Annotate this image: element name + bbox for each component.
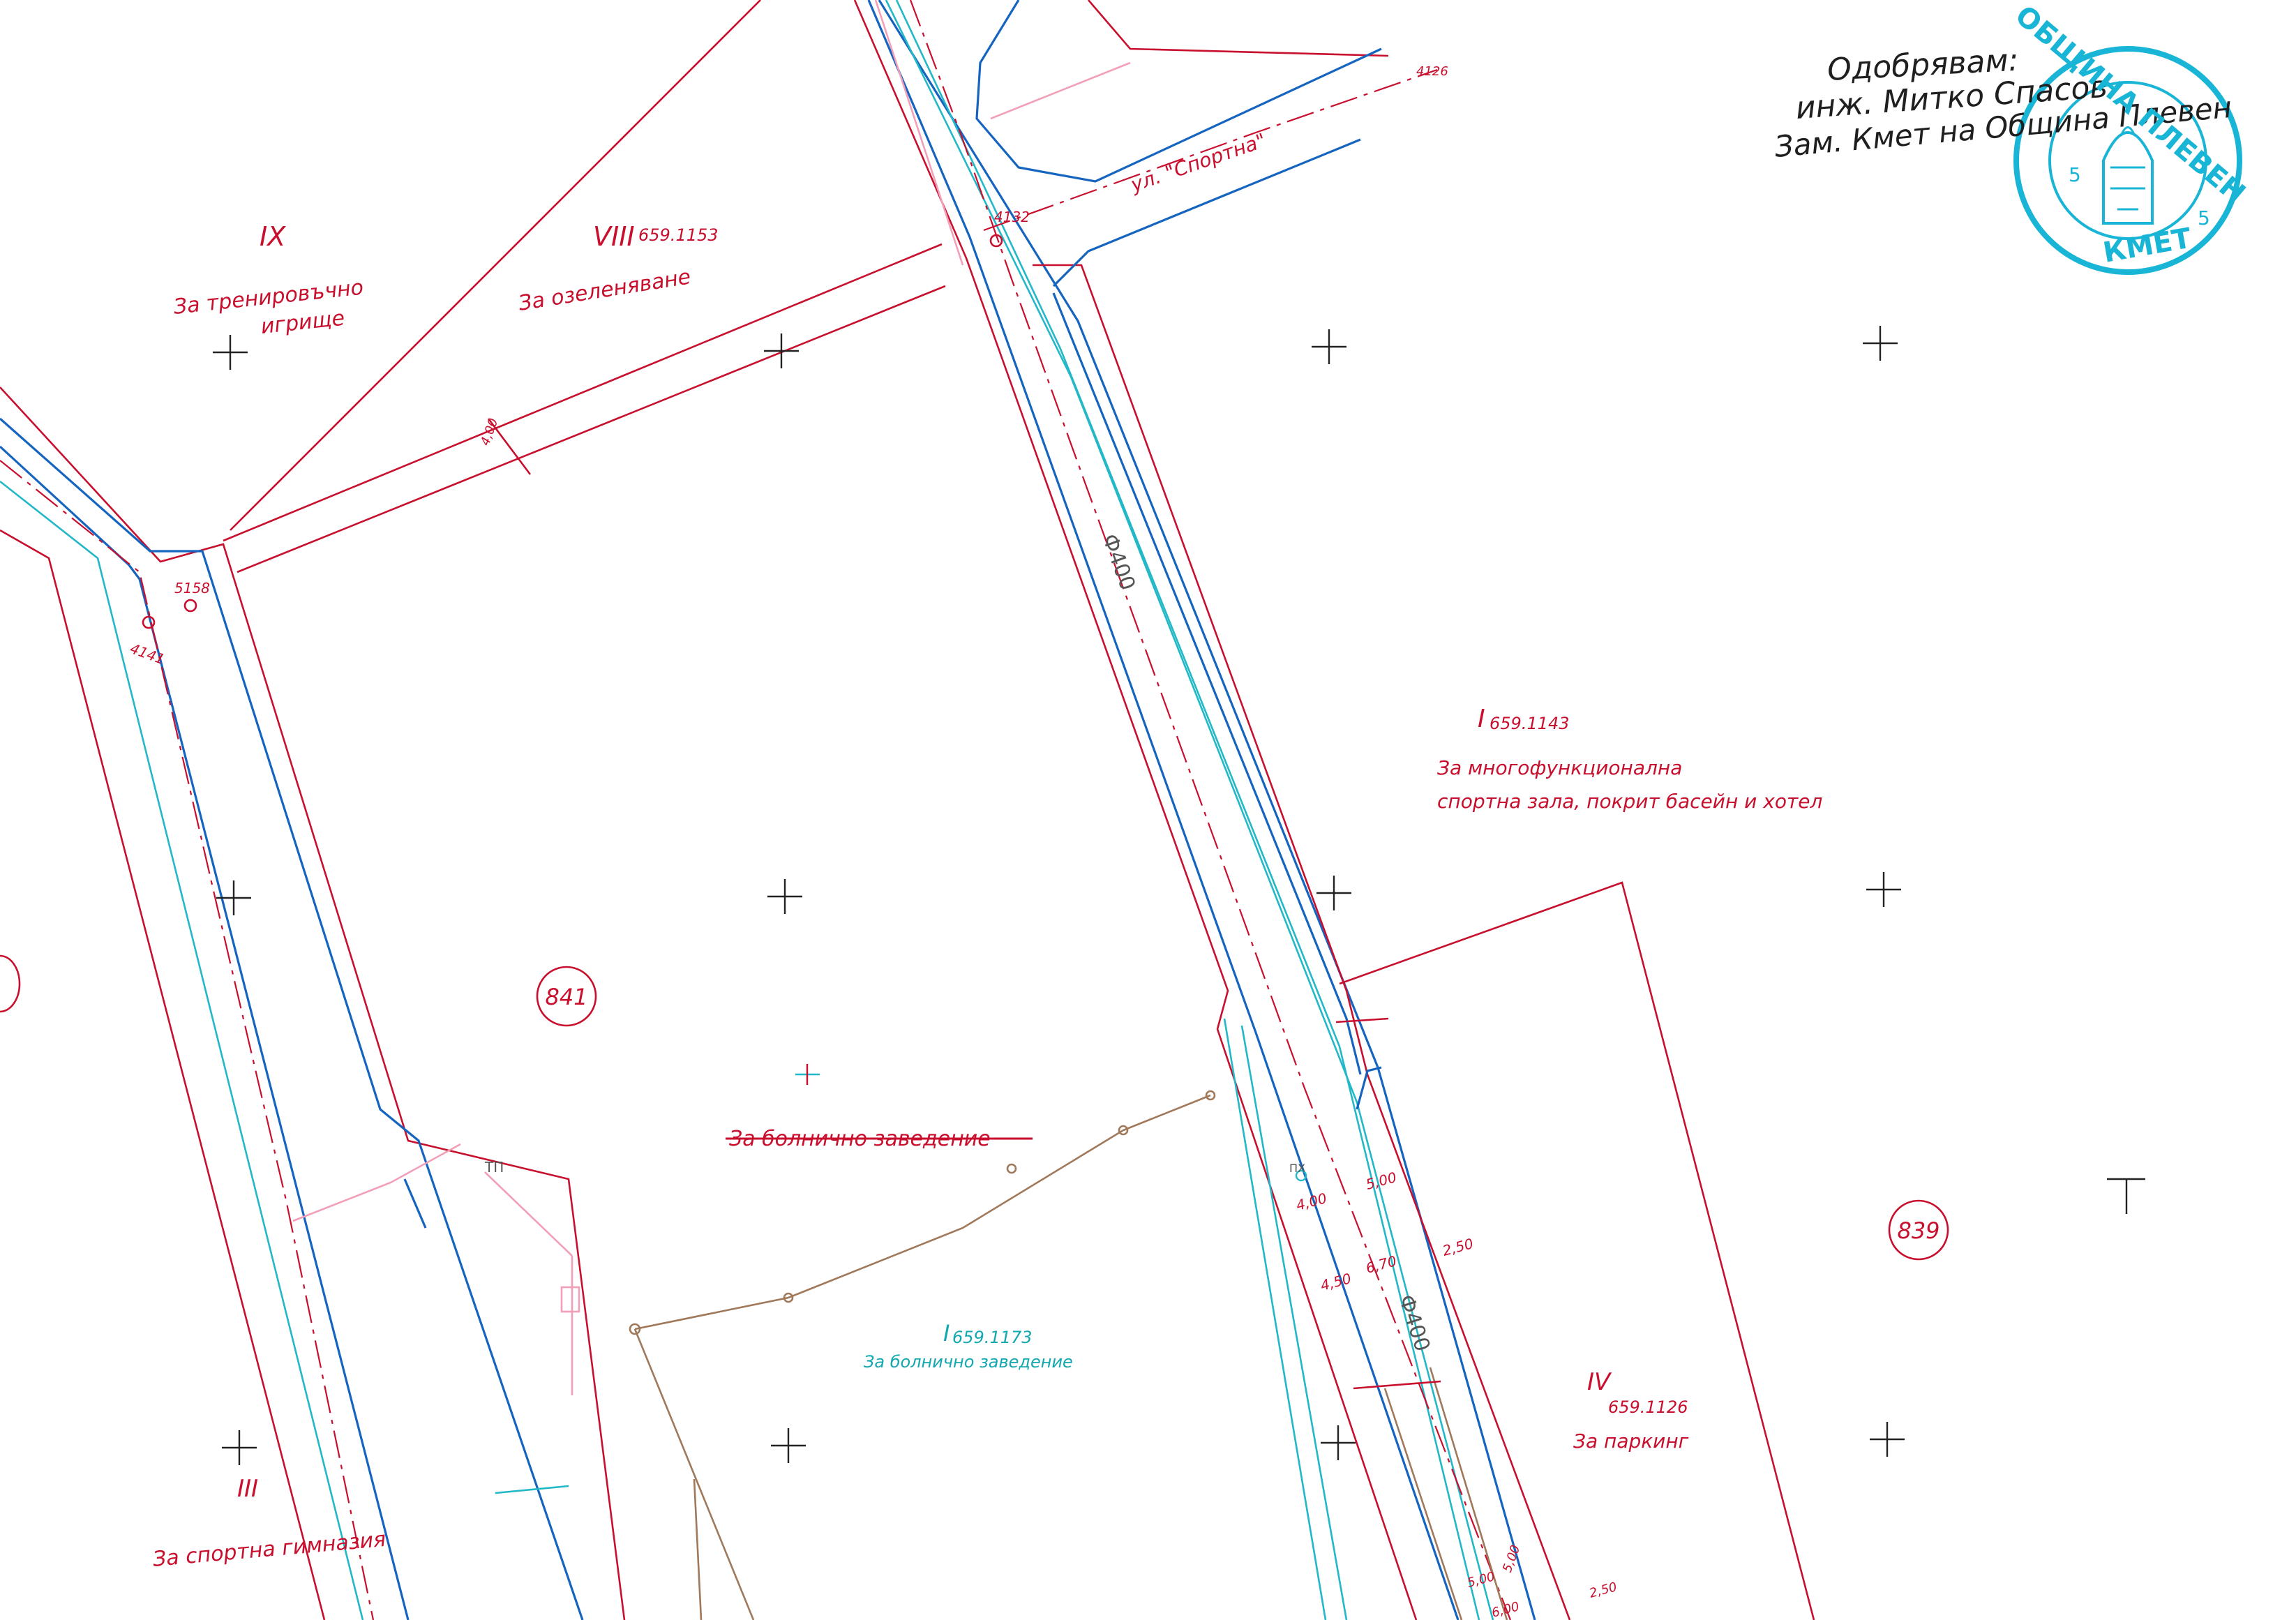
parcel-i-1173-ref: 659.1173 [952,1328,1033,1347]
labels: Одобрявам: инж. Митко Спасов Зам. Кмет н… [128,0,2251,1620]
point-4132: 4132 [994,209,1030,225]
point-5158: 5158 [174,580,210,597]
property-841: 841 [545,984,587,1010]
dimension-2: 4,00 [1294,1190,1328,1214]
parcel-viii-number: VIII [593,221,635,252]
property-839: 839 [1897,1217,1939,1244]
regulation-plan-map: Одобрявам: инж. Митко Спасов Зам. Кмет н… [0,0,2251,1620]
parcel-iv-number: IV [1587,1368,1612,1396]
point-4141: 4141 [128,640,167,668]
transformer-symbol [484,1171,580,1494]
right-lots [1335,881,1815,1620]
parcel-iii-number: III [237,1475,258,1503]
hydrant-label: ПХ [1289,1162,1305,1175]
parcel-viii-purpose: За озеленяване [517,264,693,316]
parcel-ix-purpose-2: игрище [260,306,346,339]
parcel-i-1143-number: I [1478,705,1485,733]
property-markers [0,954,1949,1261]
erased-area [2093,10,2246,37]
parcel-i-1173-purpose: За болнично заведение [864,1352,1073,1372]
parcel-iv-ref: 659.1126 [1608,1397,1688,1417]
dimension-6: 2,50 [1441,1235,1475,1259]
parcel-i-1143-ref: 659.1143 [1490,714,1570,733]
top-street-lines [975,0,1438,287]
dimension-10: 6,00 [1490,1599,1521,1620]
dimension-9: 2,50 [1588,1580,1619,1601]
dimension-4: 4,50 [1319,1270,1353,1294]
pipe-label-2: Ф400 [1393,1292,1434,1355]
stamp-number-right: 5 [2198,207,2210,230]
parcel-iv-purpose: За паркинг [1573,1430,1689,1453]
survey-points [142,234,1307,1182]
parcel-i-1143-purpose-1: За многофункционална [1437,756,1682,779]
dimension-7: 5,00 [1466,1569,1496,1591]
point-4126: 4126 [1416,64,1448,79]
transformer-label: ТП [484,1159,504,1176]
parcel-ix-number: IX [260,221,286,252]
stamp-number-left: 5 [2069,163,2081,186]
left-street-lines [0,387,626,1620]
grid-crosses [213,326,2145,1465]
parcel-i-1173-number: I [943,1320,950,1347]
parcel-iii-purpose: За спортна гимназия [152,1527,387,1572]
parcel-viii-ref: 659.1153 [638,225,719,245]
dimension-3: 5,00 [1364,1169,1398,1193]
parcel-i-1143-purpose-2: спортна зала, покрит басейн и хотел [1437,790,1823,813]
pipe-label-1: Ф400 [1097,531,1139,594]
